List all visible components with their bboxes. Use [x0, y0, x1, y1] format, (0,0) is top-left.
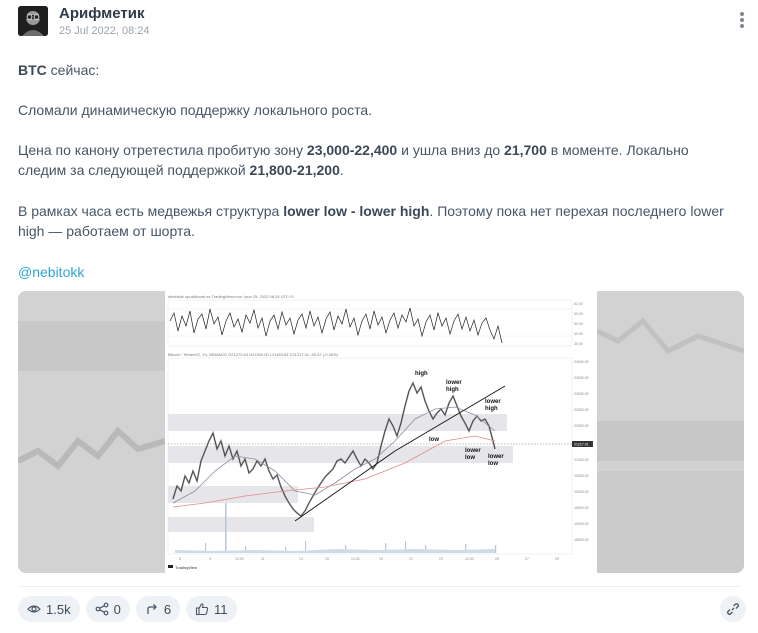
link-icon	[726, 603, 740, 615]
svg-text:27: 27	[525, 557, 529, 561]
svg-text:25: 25	[495, 557, 499, 561]
chart-label-high: high	[415, 371, 428, 377]
svg-text:30.00: 30.00	[574, 342, 583, 346]
svg-text:12:00: 12:00	[235, 557, 244, 561]
p3-text-g: .	[339, 162, 344, 178]
post-paragraph-4: В рамках часа есть медвежья структура lo…	[18, 201, 740, 241]
svg-text:29: 29	[555, 557, 559, 561]
ticker: BTC	[18, 62, 47, 78]
svg-text:19500.00: 19500.00	[574, 506, 589, 510]
svg-text:21000.00: 21000.00	[574, 458, 589, 462]
p3-support-zone: 21,800-21,200	[249, 162, 340, 178]
thumbs-up-icon	[195, 603, 209, 616]
post-actions: 1.5k 0 6 11	[18, 596, 237, 622]
svg-text:19: 19	[379, 557, 383, 561]
svg-text:22000.00: 22000.00	[574, 424, 589, 428]
svg-text:8: 8	[179, 557, 181, 561]
svg-text:shinbitok opublikoval na Tradi: shinbitok opublikoval na TradingView.com…	[168, 294, 294, 299]
svg-text:19000.00: 19000.00	[574, 522, 589, 526]
svg-text:21: 21	[409, 557, 413, 561]
tradingview-logo: TradingView	[175, 565, 197, 570]
p3-text-a: Цена по канону отретестила пробитую зону	[18, 142, 307, 158]
svg-text:high: high	[446, 387, 459, 393]
svg-text:23000.00: 23000.00	[574, 392, 589, 396]
svg-text:11: 11	[261, 557, 265, 561]
views-button[interactable]: 1.5k	[18, 596, 80, 622]
repost-button[interactable]: 0	[85, 596, 130, 622]
svg-text:Bitcoin / TetherUS, 1Ч, BINANC: Bitcoin / TetherUS, 1Ч, BINANCE О21272.6…	[168, 352, 339, 357]
svg-text:21217.01: 21217.01	[574, 443, 589, 447]
svg-text:40.00: 40.00	[574, 332, 583, 336]
svg-text:60.00: 60.00	[574, 312, 583, 316]
svg-text:23500.00: 23500.00	[574, 376, 589, 380]
post-card: Арифметик 25 Jul 2022, 08:24 BTC сейчас:…	[0, 0, 758, 633]
line1-text: сейчас:	[46, 62, 100, 78]
more-vertical-icon[interactable]	[736, 10, 748, 30]
author-name[interactable]: Арифметик	[59, 5, 144, 22]
mention-row: @nebitokk	[18, 262, 740, 282]
mention-link[interactable]: @nebitokk	[18, 264, 84, 280]
svg-text:13: 13	[299, 557, 303, 561]
share-arrow-icon	[147, 604, 157, 614]
reposts-count: 0	[113, 601, 121, 617]
eye-icon	[27, 605, 41, 613]
post-line-2: Сломали динамическую поддержку локальног…	[18, 102, 373, 118]
svg-text:lower: lower	[465, 448, 481, 454]
svg-text:lower: lower	[485, 399, 501, 405]
divider	[18, 586, 740, 587]
svg-text:9: 9	[209, 557, 211, 561]
shares-count: 6	[163, 601, 172, 617]
svg-text:lower: lower	[446, 380, 462, 386]
p4-structure: lower low - lower high	[283, 203, 430, 219]
share-button[interactable]: 6	[135, 596, 181, 622]
svg-text:50.00: 50.00	[574, 322, 583, 326]
svg-text:low: low	[465, 455, 475, 461]
trading-chart: shinbitok opublikoval na TradingView.com…	[165, 291, 597, 573]
copy-link-button[interactable]	[720, 596, 746, 622]
svg-text:18500.00: 18500.00	[574, 538, 589, 542]
repost-icon	[95, 602, 108, 616]
svg-text:24000.00: 24000.00	[574, 360, 589, 364]
views-count: 1.5k	[46, 601, 71, 617]
p4-text-a: В рамках часа есть медвежья структура	[18, 203, 284, 219]
post-date: 25 Jul 2022, 08:24	[59, 25, 150, 37]
svg-text:22500.00: 22500.00	[574, 408, 589, 412]
svg-text:high: high	[485, 406, 498, 412]
post-line-1: BTC сейчас:	[18, 60, 740, 80]
post-image[interactable]: shinbitok opublikoval na TradingView.com…	[18, 291, 744, 573]
svg-text:23: 23	[439, 557, 443, 561]
likes-count: 11	[214, 601, 228, 617]
svg-text:12:00: 12:00	[351, 557, 360, 561]
p3-low-price: 21,700	[504, 142, 547, 158]
like-button[interactable]: 11	[186, 596, 237, 622]
chart-label-low: low	[429, 437, 439, 443]
p3-zone: 23,000-22,400	[306, 142, 398, 158]
svg-text:low: low	[488, 461, 498, 467]
svg-text:82.00: 82.00	[574, 302, 583, 306]
svg-text:12:00: 12:00	[465, 557, 474, 561]
svg-text:20500.00: 20500.00	[574, 474, 589, 478]
p3-text-c: и ушла вниз до	[397, 142, 505, 158]
svg-text:20000.00: 20000.00	[574, 490, 589, 494]
post-paragraph-3: Цена по канону отретестила пробитую зону…	[18, 140, 740, 180]
svg-text:15: 15	[325, 557, 329, 561]
avatar[interactable]	[18, 6, 48, 36]
svg-text:lower: lower	[488, 454, 504, 460]
